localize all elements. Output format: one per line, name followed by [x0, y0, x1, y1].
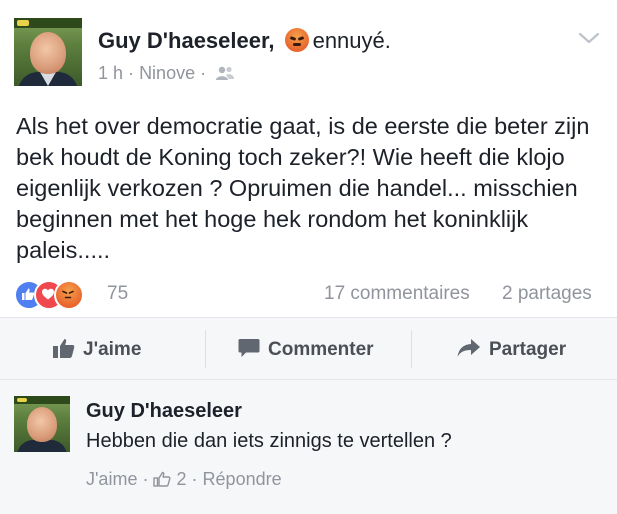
meta-separator: · [142, 469, 149, 489]
comment-icon [238, 339, 260, 357]
meta-separator: · [128, 63, 135, 83]
post-meta: 1 h · Ninove · [98, 63, 235, 84]
comment-like-link[interactable]: J'aime [86, 469, 137, 490]
comment-meta: J'aime · 2 · Répondre [86, 469, 282, 490]
feeling-text: ennuyé. [312, 28, 391, 53]
author-name[interactable]: Guy D'haeseleer [98, 28, 268, 53]
post-actions-bar: J'aime Commenter Partager [0, 317, 617, 380]
thumbs-up-outline-icon [153, 471, 171, 487]
comment-text: Hebben die dan iets zinnigs te vertellen… [86, 430, 452, 452]
share-button[interactable]: Partager [457, 338, 566, 361]
post-card: Guy D'haeseleer, ennuyé. 1 h · Ninove · … [0, 0, 617, 317]
angry-reaction-icon [54, 280, 84, 310]
share-button-label: Partager [489, 339, 567, 360]
friends-icon [216, 66, 235, 80]
comment-button-label: Commenter [268, 339, 374, 360]
like-button-label: J'aime [83, 339, 142, 360]
commenter-name[interactable]: Guy D'haeseleer [86, 400, 242, 423]
share-arrow-icon [457, 339, 480, 357]
meta-separator: · [200, 63, 207, 83]
comments-section: Guy D'haeseleer Hebben die dan iets zinn… [0, 379, 617, 514]
action-divider [205, 330, 206, 368]
thumbs-up-icon [53, 339, 75, 358]
post-location[interactable]: Ninove [139, 63, 195, 83]
comment-like-count[interactable]: 2 [177, 469, 187, 490]
author-avatar[interactable] [14, 18, 82, 86]
reply-link[interactable]: Répondre [203, 469, 282, 490]
post-header: Guy D'haeseleer, ennuyé. [98, 28, 391, 54]
like-button[interactable]: J'aime [53, 338, 141, 361]
action-divider [411, 330, 412, 368]
comment-button[interactable]: Commenter [238, 338, 374, 361]
chevron-down-icon[interactable] [578, 30, 600, 46]
meta-separator: · [191, 469, 198, 489]
reaction-count[interactable]: 75 [107, 283, 128, 305]
shares-count[interactable]: 2 partages [502, 283, 592, 305]
name-comma: , [268, 28, 275, 53]
comments-count[interactable]: 17 commentaires [324, 283, 470, 305]
commenter-avatar[interactable] [14, 396, 70, 452]
post-body: Als het over democratie gaat, is de eers… [16, 113, 590, 263]
angry-emoji-icon [284, 28, 309, 52]
post-time[interactable]: 1 h [98, 63, 123, 83]
